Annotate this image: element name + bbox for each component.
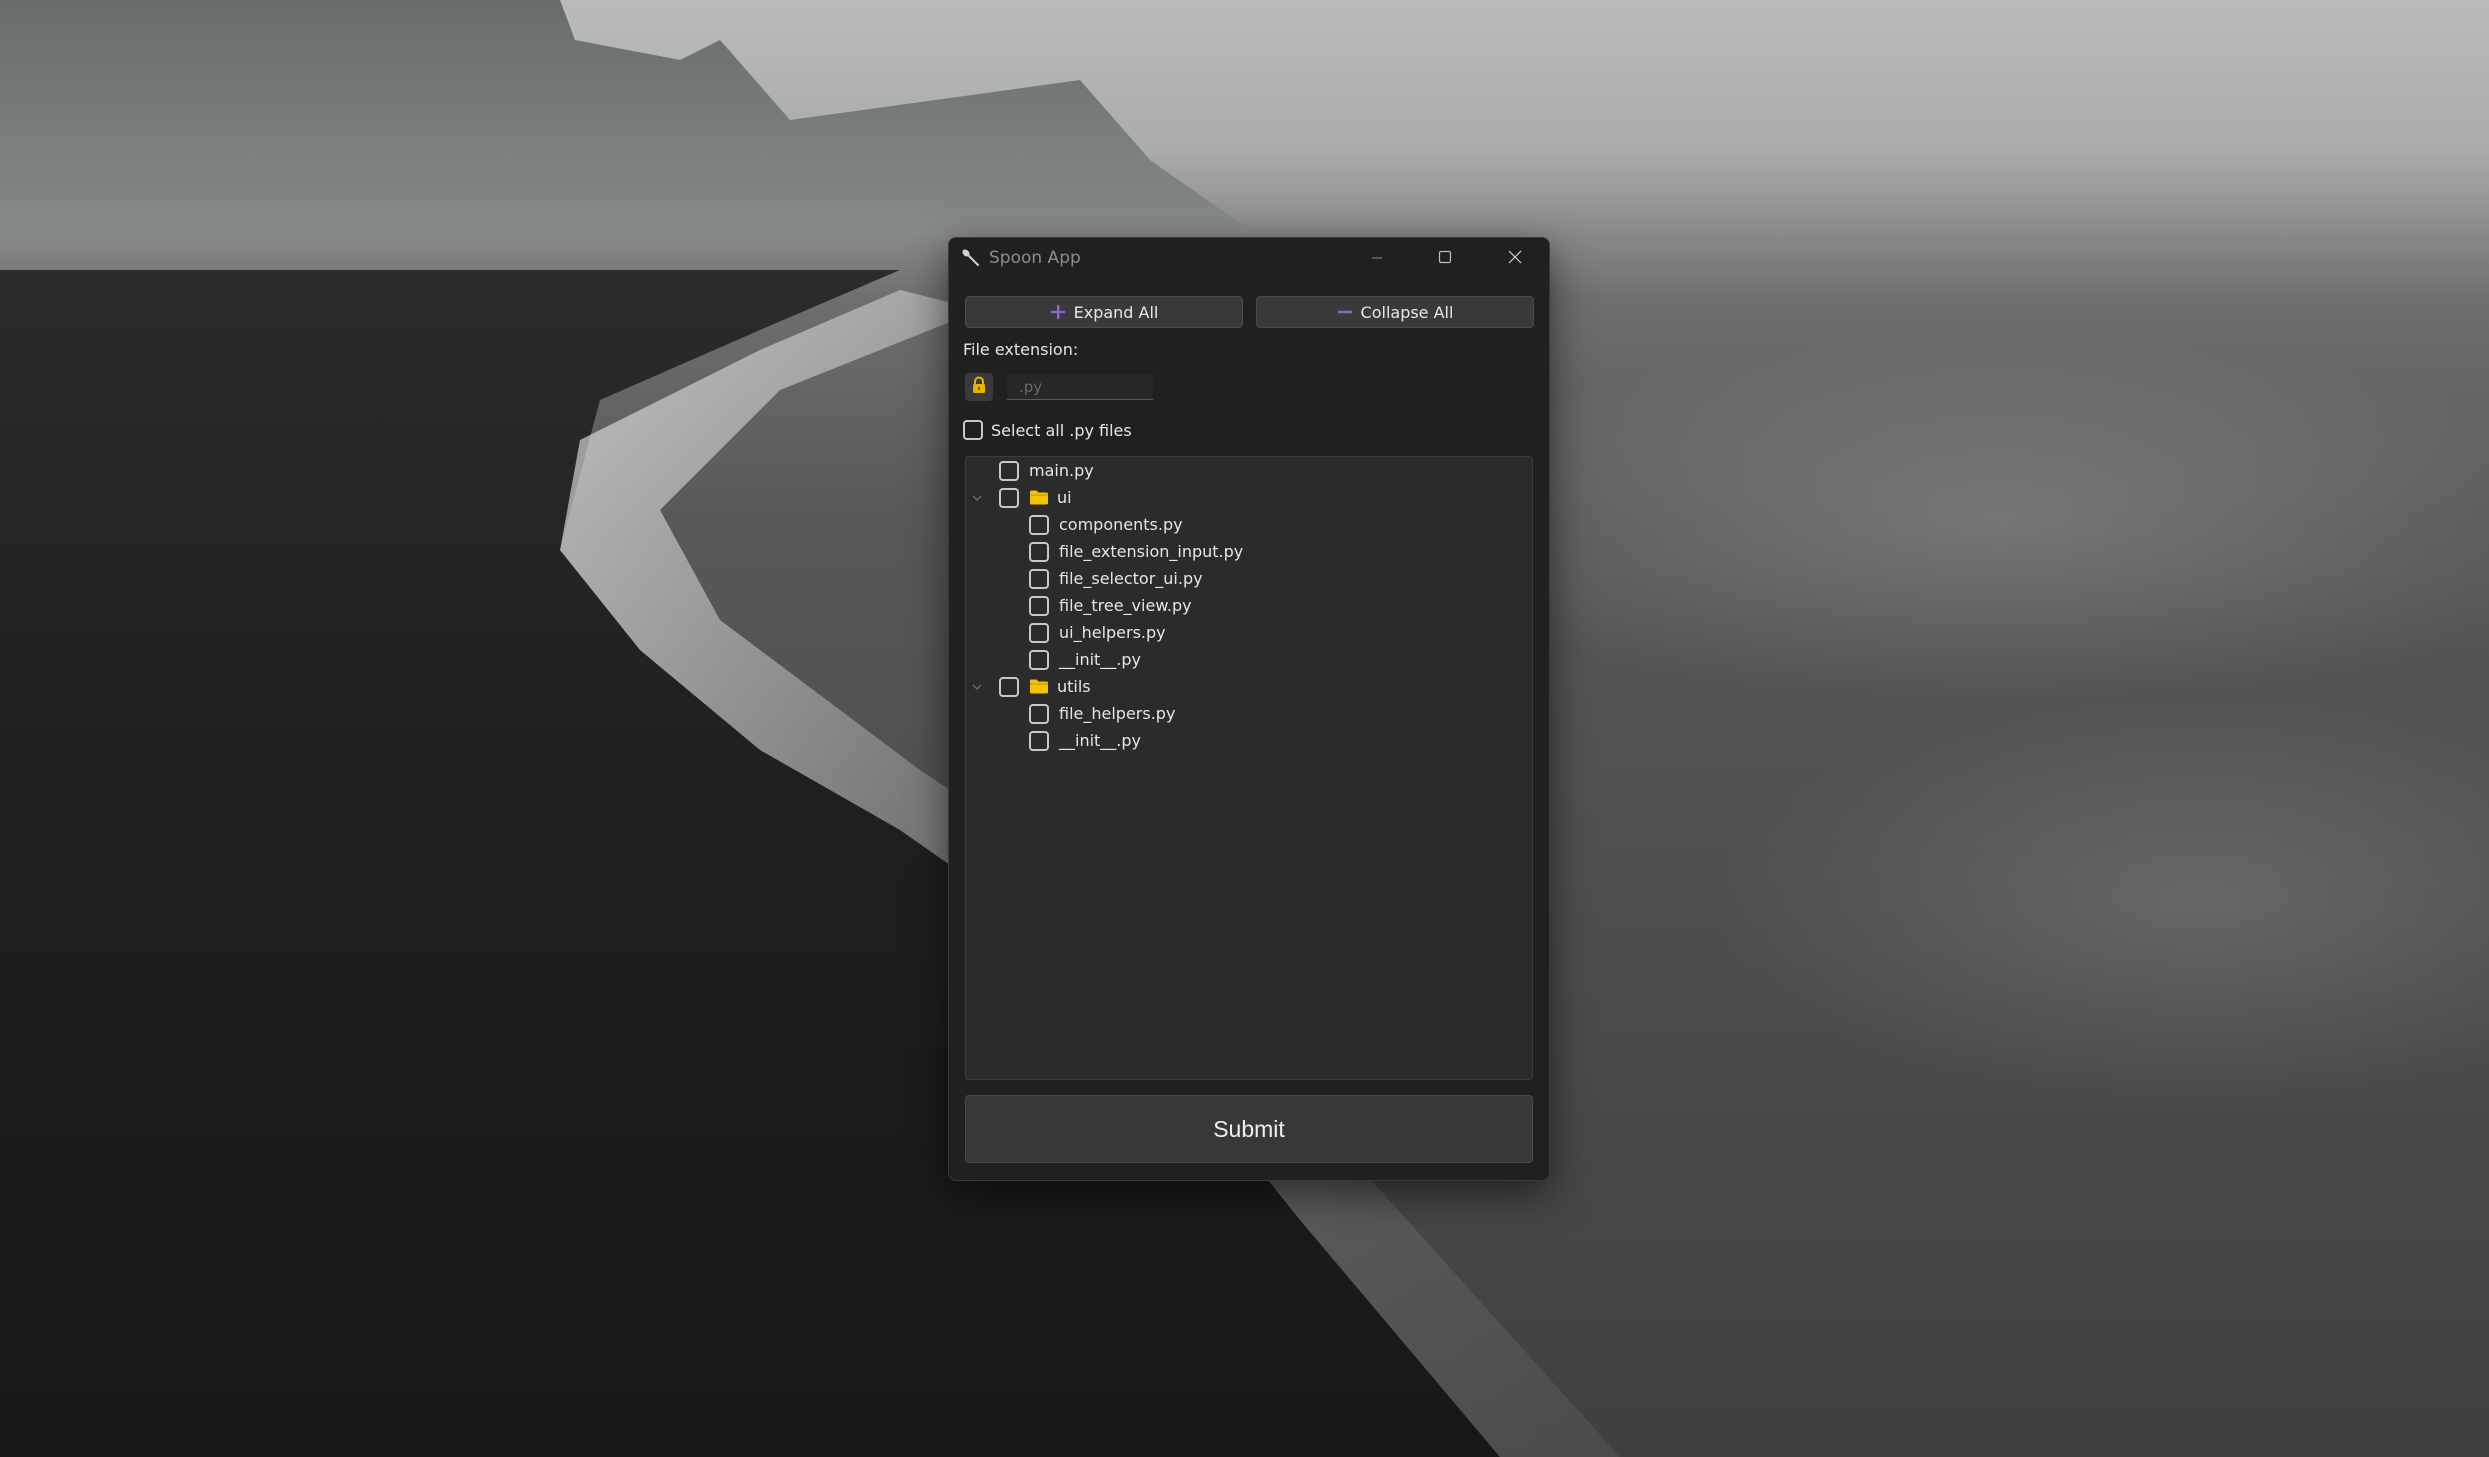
minimize-icon xyxy=(1371,249,1383,268)
tree-item-checkbox[interactable] xyxy=(1029,622,1049,643)
minus-icon xyxy=(1337,304,1353,320)
chevron-down-icon[interactable] xyxy=(970,673,984,700)
tree-item-label: ui xyxy=(1057,488,1072,507)
tree-item-main-py[interactable]: main.py xyxy=(999,457,1094,484)
collapse-all-label: Collapse All xyxy=(1360,302,1454,322)
spoon-icon xyxy=(961,248,981,268)
tree-item-checkbox[interactable] xyxy=(1029,514,1049,535)
file-extension-label: File extension: xyxy=(963,340,1079,359)
tree-item-checkbox[interactable] xyxy=(1029,541,1049,562)
close-icon xyxy=(1508,249,1522,268)
tree-folder-ui[interactable]: ui xyxy=(999,484,1072,511)
file-tree[interactable]: main.py ui components.py file_extension_… xyxy=(965,456,1533,1080)
tree-item-checkbox[interactable] xyxy=(1029,703,1049,724)
maximize-icon xyxy=(1438,249,1452,268)
tree-item-label: ui_helpers.py xyxy=(1059,623,1166,642)
tree-item-label: __init__.py xyxy=(1059,650,1142,669)
tree-item-checkbox[interactable] xyxy=(1029,730,1049,751)
tree-item-checkbox[interactable] xyxy=(1029,649,1049,670)
folder-icon xyxy=(1029,678,1049,695)
tree-item-label: __init__.py xyxy=(1059,731,1142,750)
tree-item-checkbox[interactable] xyxy=(999,460,1019,481)
tree-item-checkbox[interactable] xyxy=(999,676,1019,697)
tree-item-checkbox[interactable] xyxy=(999,487,1019,508)
close-button[interactable] xyxy=(1481,238,1549,278)
title-bar[interactable]: Spoon App xyxy=(949,238,1549,278)
chevron-down-icon[interactable] xyxy=(970,484,984,511)
minimize-button[interactable] xyxy=(1343,238,1411,278)
expand-all-label: Expand All xyxy=(1073,302,1159,322)
tree-item-label: main.py xyxy=(1029,461,1094,480)
tree-item-ui-helpers-py[interactable]: ui_helpers.py xyxy=(1029,619,1166,646)
spoon-app-window: Spoon App Expand All Collapse All File e… xyxy=(948,237,1550,1181)
tree-item-label: file_helpers.py xyxy=(1059,704,1176,723)
window-title: Spoon App xyxy=(989,248,1081,268)
tree-item-checkbox[interactable] xyxy=(1029,595,1049,616)
tree-item-label: file_selector_ui.py xyxy=(1059,569,1203,588)
tree-item-label: file_tree_view.py xyxy=(1059,596,1192,615)
tree-item-file-extension-input-py[interactable]: file_extension_input.py xyxy=(1029,538,1243,565)
plus-icon xyxy=(1050,304,1066,320)
collapse-all-button[interactable]: Collapse All xyxy=(1256,296,1534,328)
tree-item-label: utils xyxy=(1057,677,1091,696)
submit-button[interactable]: Submit xyxy=(965,1095,1533,1163)
file-extension-input[interactable] xyxy=(1007,374,1153,400)
tree-item-label: file_extension_input.py xyxy=(1059,542,1244,561)
select-all-checkbox-row[interactable]: Select all .py files xyxy=(963,420,1132,440)
tree-item-components-py[interactable]: components.py xyxy=(1029,511,1183,538)
select-all-label: Select all .py files xyxy=(991,420,1132,440)
tree-item-utils-init-py[interactable]: __init__.py xyxy=(1029,727,1141,754)
maximize-button[interactable] xyxy=(1411,238,1479,278)
lock-button[interactable] xyxy=(965,373,993,401)
tree-item-checkbox[interactable] xyxy=(1029,568,1049,589)
expand-all-button[interactable]: Expand All xyxy=(965,296,1243,328)
wallpaper-cliffs xyxy=(0,0,1250,240)
tree-folder-utils[interactable]: utils xyxy=(999,673,1091,700)
tree-item-ui-init-py[interactable]: __init__.py xyxy=(1029,646,1141,673)
tree-item-file-helpers-py[interactable]: file_helpers.py xyxy=(1029,700,1175,727)
tree-item-file-tree-view-py[interactable]: file_tree_view.py xyxy=(1029,592,1192,619)
folder-icon xyxy=(1029,489,1049,506)
select-all-checkbox[interactable] xyxy=(963,420,983,440)
tree-item-file-selector-ui-py[interactable]: file_selector_ui.py xyxy=(1029,565,1203,592)
lock-icon xyxy=(971,376,987,398)
tree-item-label: components.py xyxy=(1059,515,1183,534)
